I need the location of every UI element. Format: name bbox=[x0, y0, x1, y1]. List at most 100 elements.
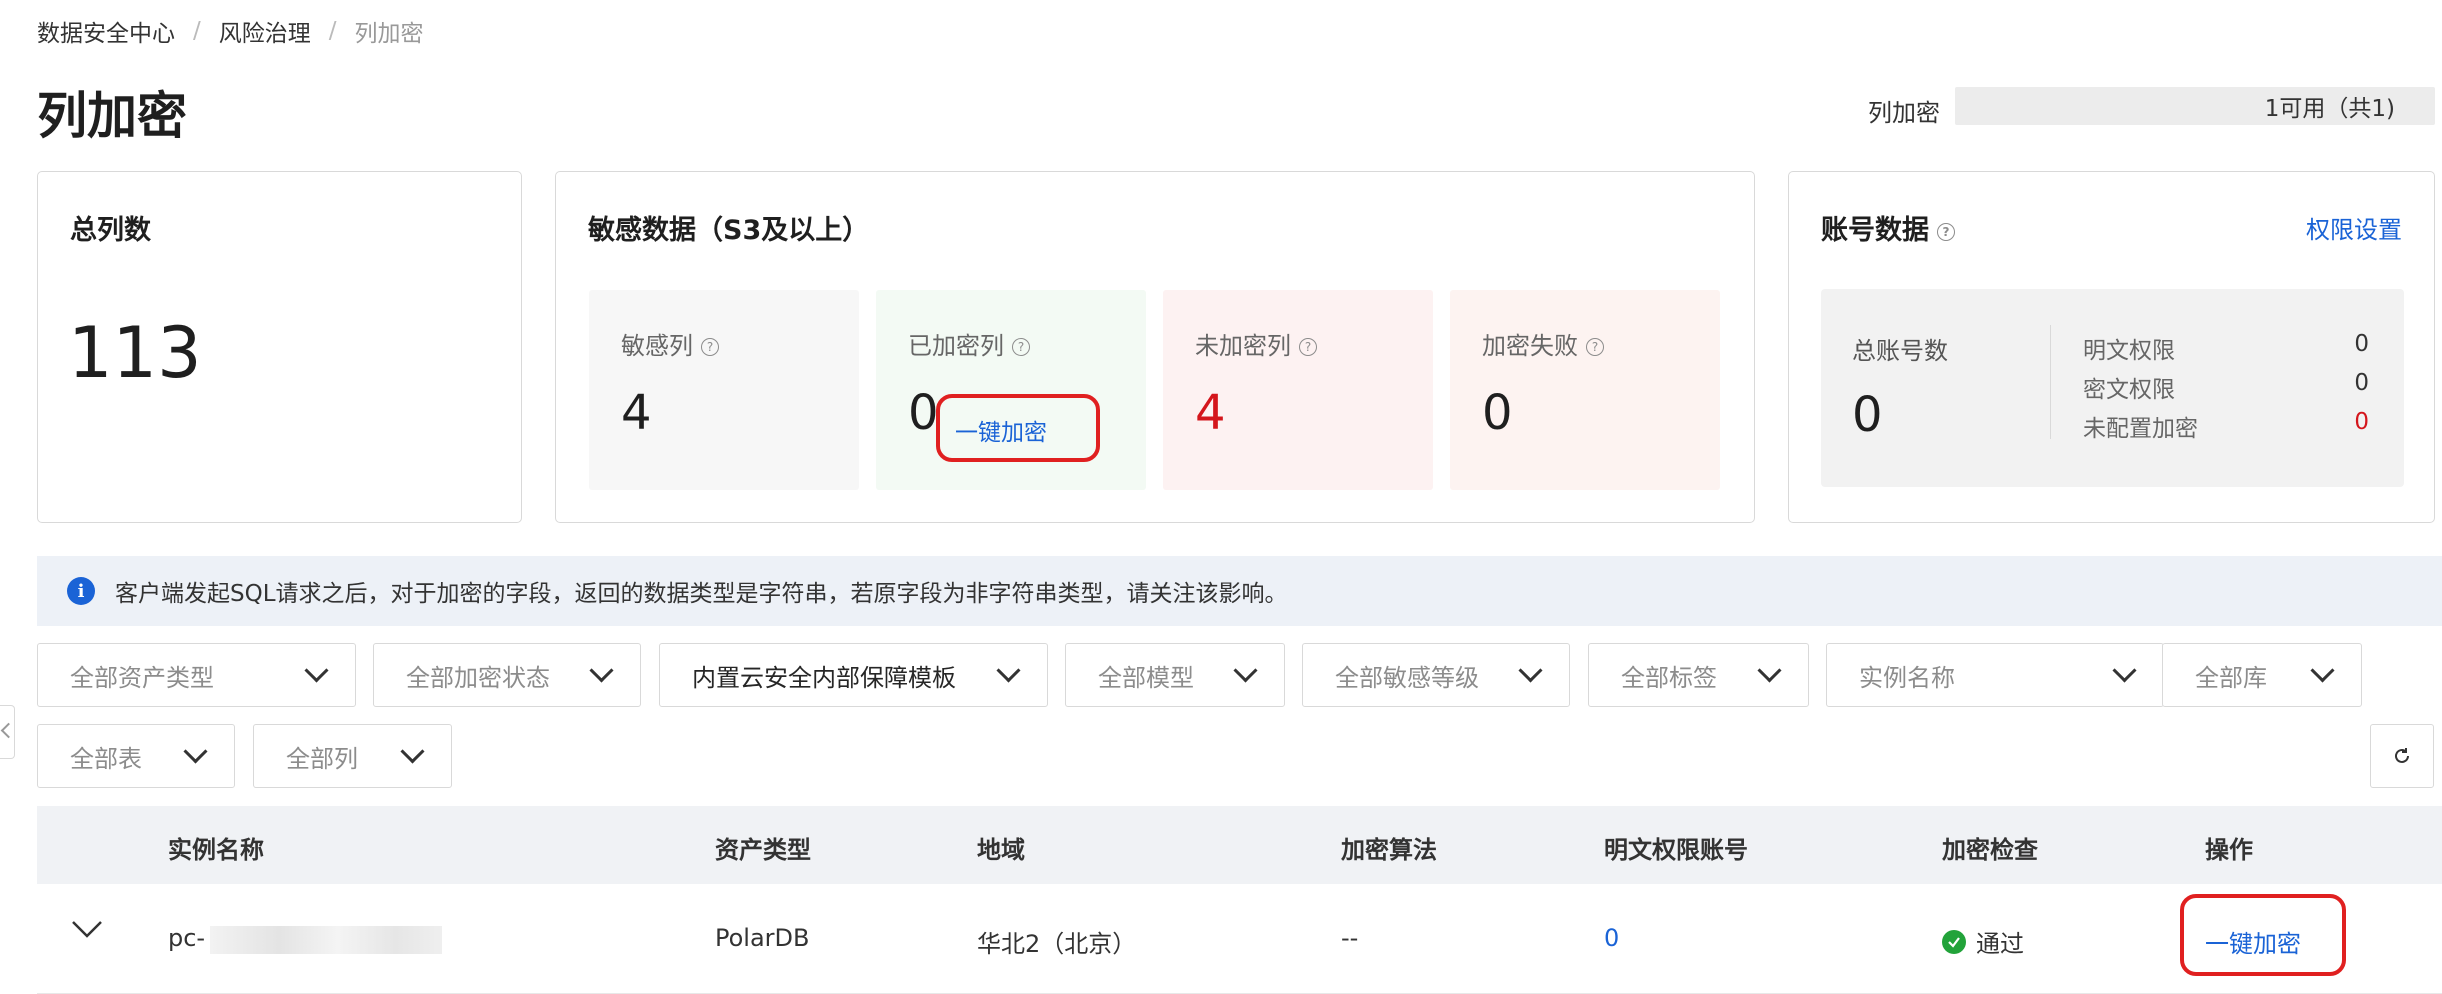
filter-asset-type[interactable]: 全部资产类型 bbox=[37, 643, 356, 707]
filter-instance-name-value: 实例名称 bbox=[1859, 663, 1955, 692]
help-icon[interactable]: ? bbox=[701, 338, 719, 356]
chevron-down-icon bbox=[996, 657, 1021, 683]
breadcrumb-separator: / bbox=[193, 18, 201, 44]
encrypted-columns-label: 已加密列 bbox=[908, 332, 1004, 360]
page-title: 列加密 bbox=[37, 87, 187, 145]
column-header-action: 操作 bbox=[2205, 836, 2253, 864]
panel-divider bbox=[2050, 325, 2051, 439]
sensitive-columns-value: 4 bbox=[621, 385, 652, 441]
filter-tag-value: 全部标签 bbox=[1621, 663, 1717, 692]
info-icon: i bbox=[67, 577, 95, 605]
filter-column[interactable]: 全部列 bbox=[253, 724, 452, 788]
breadcrumb-separator: / bbox=[328, 18, 337, 44]
refresh-icon bbox=[2395, 748, 2409, 763]
plain-permission-value: 0 bbox=[2354, 331, 2369, 357]
filter-encrypt-status-value: 全部加密状态 bbox=[406, 663, 550, 692]
chevron-down-icon bbox=[72, 921, 102, 938]
cipher-permission-value: 0 bbox=[2354, 370, 2369, 396]
instance-name-prefix: pc- bbox=[168, 924, 206, 952]
unencrypted-columns-label: 未加密列 bbox=[1195, 332, 1291, 360]
notice-text: 客户端发起SQL请求之后，对于加密的字段，返回的数据类型是字符串，若原字段为非字… bbox=[115, 581, 1288, 607]
cipher-permission-label: 密文权限 bbox=[2083, 377, 2175, 403]
filter-tag[interactable]: 全部标签 bbox=[1588, 643, 1809, 707]
filter-model[interactable]: 全部模型 bbox=[1065, 643, 1285, 707]
encrypt-failed-label: 加密失败 bbox=[1482, 332, 1578, 360]
chevron-left-icon bbox=[0, 722, 17, 739]
sidebar-collapse-handle[interactable] bbox=[0, 705, 17, 759]
account-data-title-text: 账号数据 bbox=[1821, 215, 1929, 246]
sensitive-data-title: 敏感数据（S3及以上） bbox=[588, 215, 870, 246]
column-header-encrypt-check: 加密检查 bbox=[1942, 836, 2038, 864]
help-icon[interactable]: ? bbox=[1586, 338, 1604, 356]
filter-model-value: 全部模型 bbox=[1098, 663, 1194, 692]
filter-sensitivity-level-value: 全部敏感等级 bbox=[1335, 663, 1479, 692]
filter-database-value: 全部库 bbox=[2195, 663, 2267, 692]
chevron-down-icon bbox=[1518, 657, 1543, 683]
filter-table[interactable]: 全部表 bbox=[37, 724, 235, 788]
filter-database[interactable]: 全部库 bbox=[2162, 643, 2362, 707]
unencrypted-columns-stat: 未加密列? 4 bbox=[1163, 290, 1433, 490]
account-data-card: 账号数据? 权限设置 总账号数 0 明文权限 0 密文权限 0 未配置加密 0 bbox=[1788, 171, 2435, 523]
breadcrumb-item-risk-governance[interactable]: 风险治理 bbox=[219, 14, 311, 48]
unencrypted-columns-value: 4 bbox=[1195, 385, 1226, 441]
sensitive-columns-label: 敏感列 bbox=[621, 332, 693, 360]
filter-asset-type-value: 全部资产类型 bbox=[70, 663, 214, 692]
column-header-asset-type: 资产类型 bbox=[715, 836, 811, 864]
column-header-region: 地域 bbox=[977, 836, 1025, 864]
refresh-button[interactable] bbox=[2370, 724, 2434, 788]
chevron-down-icon bbox=[1757, 657, 1782, 683]
unconfigured-encryption-value: 0 bbox=[2354, 409, 2369, 435]
chevron-down-icon bbox=[1233, 657, 1258, 683]
encrypt-failed-stat: 加密失败? 0 bbox=[1450, 290, 1720, 490]
filter-sensitivity-level[interactable]: 全部敏感等级 bbox=[1302, 643, 1570, 707]
filter-table-value: 全部表 bbox=[70, 744, 142, 773]
cell-algorithm: -- bbox=[1341, 924, 1359, 952]
filter-column-value: 全部列 bbox=[286, 744, 358, 773]
check-circle-icon bbox=[1942, 929, 1966, 954]
notice-bar: i 客户端发起SQL请求之后，对于加密的字段，返回的数据类型是字符串，若原字段为… bbox=[37, 556, 2442, 626]
column-header-plain-accounts: 明文权限账号 bbox=[1604, 836, 1748, 864]
table-header bbox=[37, 806, 2442, 884]
total-columns-card: 总列数 113 bbox=[37, 171, 522, 523]
filter-template-value: 内置云安全内部保障模板 bbox=[692, 663, 956, 692]
breadcrumb-item-data-security[interactable]: 数据安全中心 bbox=[37, 14, 175, 48]
cell-plain-accounts-link[interactable]: 0 bbox=[1604, 924, 1619, 952]
chevron-down-icon bbox=[589, 657, 614, 683]
header-select-value: 1可用（共1) bbox=[2264, 96, 2395, 122]
sensitive-columns-stat: 敏感列? 4 bbox=[589, 290, 859, 490]
cell-instance-name: pc- bbox=[168, 924, 205, 952]
unconfigured-encryption-label: 未配置加密 bbox=[2083, 416, 2198, 442]
cell-asset-type: PolarDB bbox=[715, 924, 810, 952]
help-icon[interactable]: ? bbox=[1299, 338, 1317, 356]
help-icon[interactable]: ? bbox=[1937, 222, 1955, 241]
help-icon[interactable]: ? bbox=[1012, 338, 1030, 356]
chevron-down-icon bbox=[304, 657, 329, 683]
total-accounts-label: 总账号数 bbox=[1852, 337, 1948, 365]
filter-instance-name[interactable]: 实例名称 bbox=[1826, 643, 2164, 707]
total-columns-value: 113 bbox=[68, 312, 202, 394]
row-one-click-encrypt-link[interactable]: 一键加密 bbox=[2205, 924, 2301, 959]
encrypted-columns-value: 0 bbox=[908, 385, 939, 441]
encrypt-check-status: 通过 bbox=[1976, 930, 2024, 958]
breadcrumb-item-current: 列加密 bbox=[354, 21, 424, 47]
cell-encrypt-check: 通过 bbox=[1942, 924, 2024, 959]
filter-template[interactable]: 内置云安全内部保障模板 bbox=[659, 643, 1048, 707]
filter-encrypt-status[interactable]: 全部加密状态 bbox=[373, 643, 641, 707]
chevron-down-icon bbox=[2112, 657, 2137, 683]
chevron-down-icon bbox=[2310, 657, 2335, 683]
encrypt-failed-value: 0 bbox=[1482, 385, 1513, 441]
chevron-down-icon bbox=[183, 738, 208, 764]
cell-region: 华北2（北京） bbox=[977, 930, 1137, 958]
header-select-label: 列加密 bbox=[1868, 99, 1940, 127]
column-header-instance: 实例名称 bbox=[168, 836, 264, 864]
column-header-algorithm: 加密算法 bbox=[1341, 836, 1437, 864]
row-expand-toggle[interactable] bbox=[70, 918, 104, 948]
account-stats-panel: 总账号数 0 明文权限 0 密文权限 0 未配置加密 0 bbox=[1821, 289, 2404, 487]
permission-settings-link[interactable]: 权限设置 bbox=[2306, 210, 2402, 245]
total-columns-title: 总列数 bbox=[70, 215, 151, 246]
breadcrumb: 数据安全中心 / 风险治理 / 列加密 bbox=[37, 14, 424, 48]
header-select[interactable]: 1可用（共1) bbox=[1955, 87, 2435, 125]
account-data-title: 账号数据? bbox=[1821, 208, 1955, 247]
chevron-down-icon bbox=[400, 738, 425, 764]
one-click-encrypt-link[interactable]: 一键加密 bbox=[955, 413, 1047, 447]
